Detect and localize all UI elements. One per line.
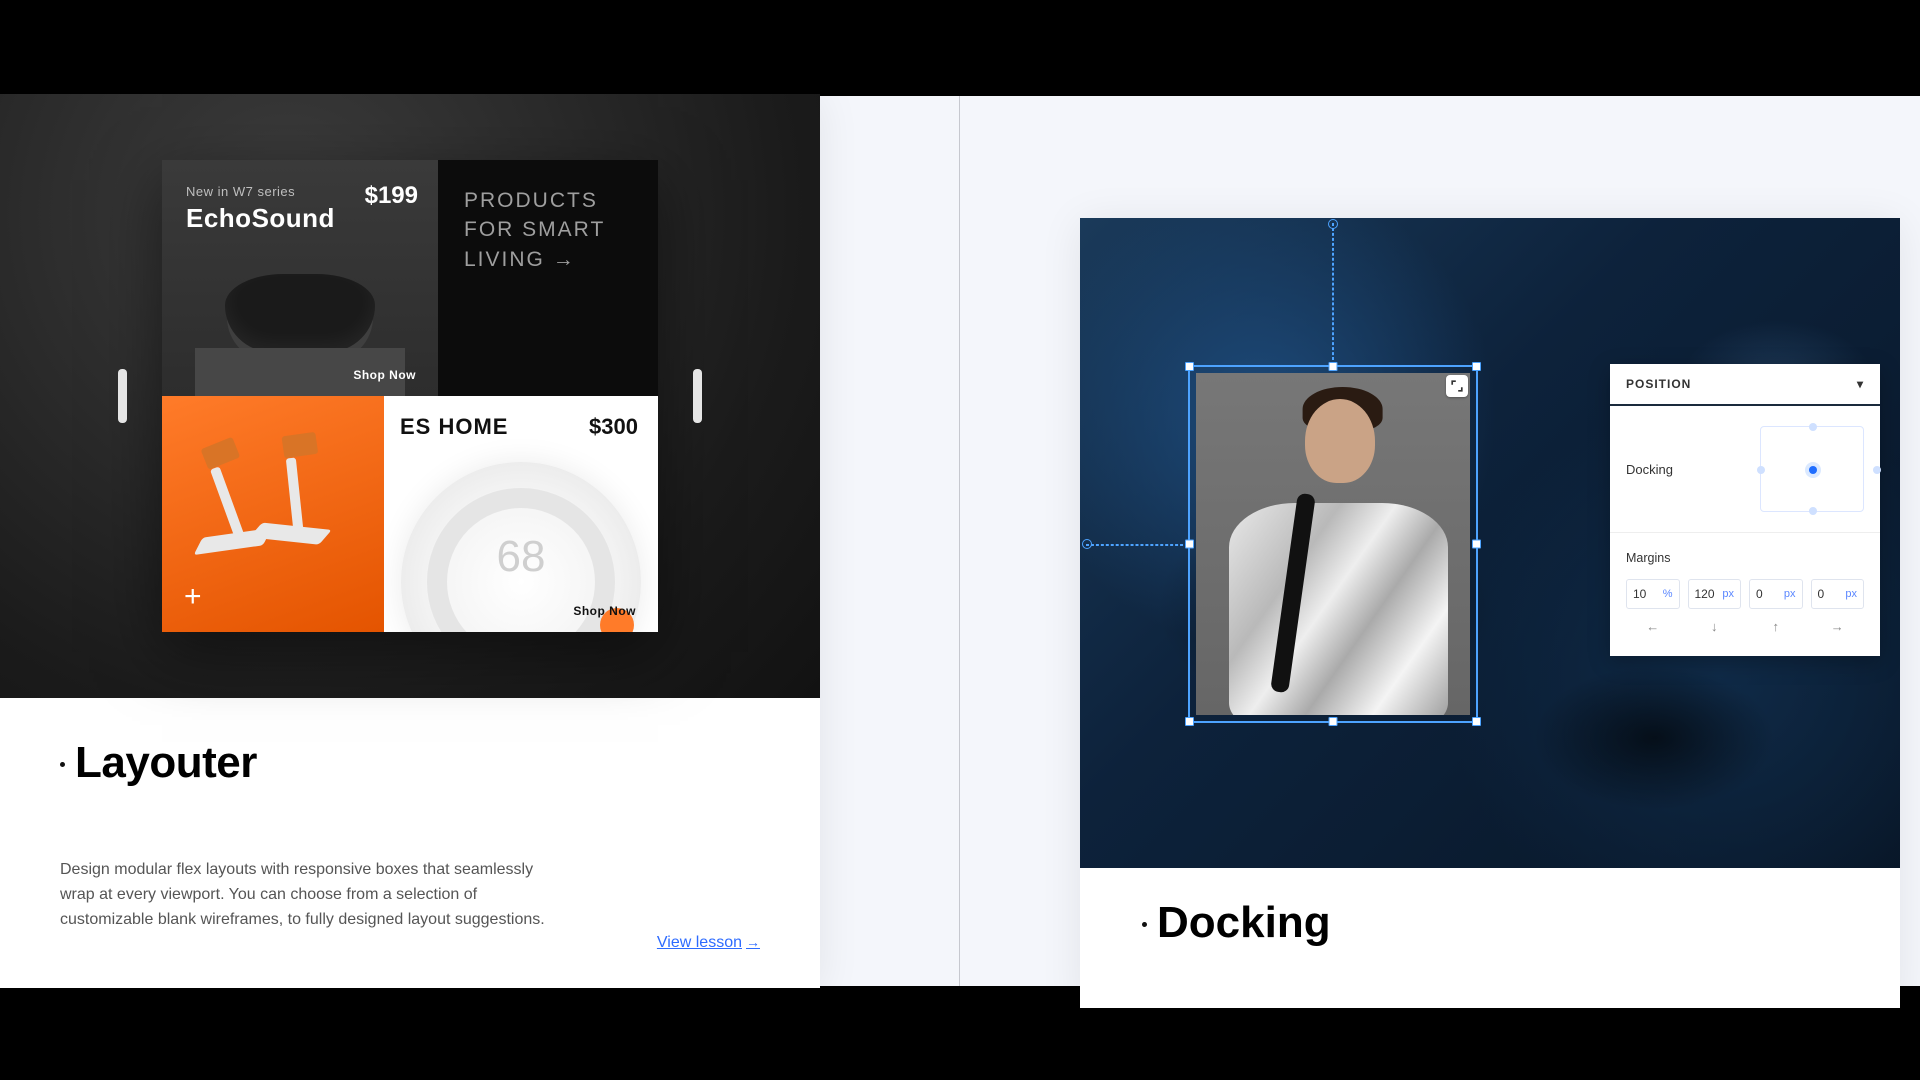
model-image bbox=[1196, 373, 1470, 715]
margin-direction-indicators: ← ↓ ↑ → bbox=[1626, 619, 1864, 634]
arrow-right-icon: → bbox=[1811, 619, 1865, 634]
resize-handle[interactable] bbox=[1185, 362, 1194, 371]
tile-es-home[interactable]: ES HOME $300 68 Shop Now bbox=[384, 396, 658, 632]
resize-handle[interactable] bbox=[1472, 540, 1481, 549]
tile-heading[interactable]: PRODUCTS FOR SMART LIVING → bbox=[438, 160, 658, 396]
panel-header[interactable]: POSITION ▾ bbox=[1610, 364, 1880, 406]
resize-handle[interactable] bbox=[1472, 717, 1481, 726]
column-docking: POSITION ▾ Docking bbox=[960, 96, 1920, 986]
card-title-row: Layouter bbox=[60, 738, 760, 788]
stand-illustration bbox=[255, 438, 319, 543]
resize-handle[interactable] bbox=[1185, 540, 1194, 549]
docking-row: Docking bbox=[1610, 406, 1880, 533]
thermostat-reading: 68 bbox=[497, 532, 546, 582]
dock-point-right[interactable] bbox=[1873, 466, 1881, 474]
product-carousel: New in W7 series EchoSound $199 Shop Now… bbox=[162, 160, 658, 632]
panel-title: POSITION bbox=[1626, 377, 1691, 391]
bullet-icon bbox=[60, 762, 65, 767]
arrow-right-icon: → bbox=[746, 934, 760, 950]
alignment-guide-horizontal bbox=[1086, 544, 1188, 546]
expand-icon[interactable] bbox=[1446, 375, 1468, 397]
docking-hero: POSITION ▾ Docking bbox=[1080, 218, 1900, 868]
layouter-body: Layouter Design modular flex layouts wit… bbox=[0, 698, 820, 988]
card-title: Layouter bbox=[75, 738, 257, 787]
shop-now-link[interactable]: Shop Now bbox=[353, 368, 416, 382]
tile-echosound[interactable]: New in W7 series EchoSound $199 Shop Now bbox=[162, 160, 438, 396]
arrow-up-icon: ↑ bbox=[1749, 619, 1803, 634]
margins-label: Margins bbox=[1626, 551, 1864, 565]
docking-label: Docking bbox=[1626, 462, 1673, 477]
card-title-row: Docking bbox=[1142, 898, 1838, 948]
alignment-guide-vertical bbox=[1332, 223, 1334, 365]
margin-input-top[interactable]: 120px bbox=[1688, 579, 1742, 609]
product-price: $199 bbox=[365, 182, 418, 210]
product-price: $300 bbox=[589, 414, 638, 440]
carousel-next-handle[interactable] bbox=[693, 369, 702, 423]
position-panel: POSITION ▾ Docking bbox=[1610, 364, 1880, 656]
bullet-icon bbox=[1142, 922, 1147, 927]
dock-point-left[interactable] bbox=[1757, 466, 1765, 474]
chevron-down-icon: ▾ bbox=[1857, 377, 1864, 391]
margin-input-bottom[interactable]: 0px bbox=[1811, 579, 1865, 609]
docking-grid[interactable] bbox=[1760, 426, 1864, 512]
stand-illustration bbox=[185, 448, 252, 555]
card-description: Design modular flex layouts with respons… bbox=[60, 858, 570, 932]
margin-input-right[interactable]: 0px bbox=[1749, 579, 1803, 609]
docking-card: POSITION ▾ Docking bbox=[1080, 218, 1900, 1008]
shop-now-link[interactable]: Shop Now bbox=[573, 604, 636, 618]
link-text: View lesson bbox=[657, 934, 742, 951]
dock-point-top[interactable] bbox=[1809, 423, 1817, 431]
content-row: New in W7 series EchoSound $199 Shop Now… bbox=[0, 96, 1920, 986]
layouter-hero: New in W7 series EchoSound $199 Shop Now… bbox=[0, 94, 820, 698]
margin-input-left[interactable]: 10% bbox=[1626, 579, 1680, 609]
dock-point-center[interactable] bbox=[1809, 466, 1817, 474]
resize-handle[interactable] bbox=[1472, 362, 1481, 371]
layouter-card: New in W7 series EchoSound $199 Shop Now… bbox=[0, 94, 820, 988]
tile-stands[interactable]: + bbox=[162, 396, 384, 632]
margin-inputs: 10% 120px 0px 0px bbox=[1626, 579, 1864, 609]
resize-handle[interactable] bbox=[1185, 717, 1194, 726]
arrow-down-icon: ↓ bbox=[1688, 619, 1742, 634]
arrow-left-icon: ← bbox=[1626, 619, 1680, 634]
carousel-prev-handle[interactable] bbox=[118, 369, 127, 423]
margins-row: Margins 10% 120px 0px 0px ← ↓ ↑ → bbox=[1610, 533, 1880, 656]
dock-point-bottom[interactable] bbox=[1809, 507, 1817, 515]
docking-body: Docking bbox=[1080, 868, 1900, 1008]
product-name: ES HOME bbox=[400, 414, 508, 440]
add-icon[interactable]: + bbox=[184, 580, 202, 614]
speaker-illustration bbox=[225, 274, 375, 352]
resize-handle[interactable] bbox=[1329, 362, 1338, 371]
card-title: Docking bbox=[1157, 898, 1331, 947]
resize-handle[interactable] bbox=[1329, 717, 1338, 726]
selected-element-frame[interactable] bbox=[1188, 365, 1478, 723]
view-lesson-link[interactable]: View lesson→ bbox=[657, 934, 760, 952]
column-layouter: New in W7 series EchoSound $199 Shop Now… bbox=[0, 96, 960, 986]
